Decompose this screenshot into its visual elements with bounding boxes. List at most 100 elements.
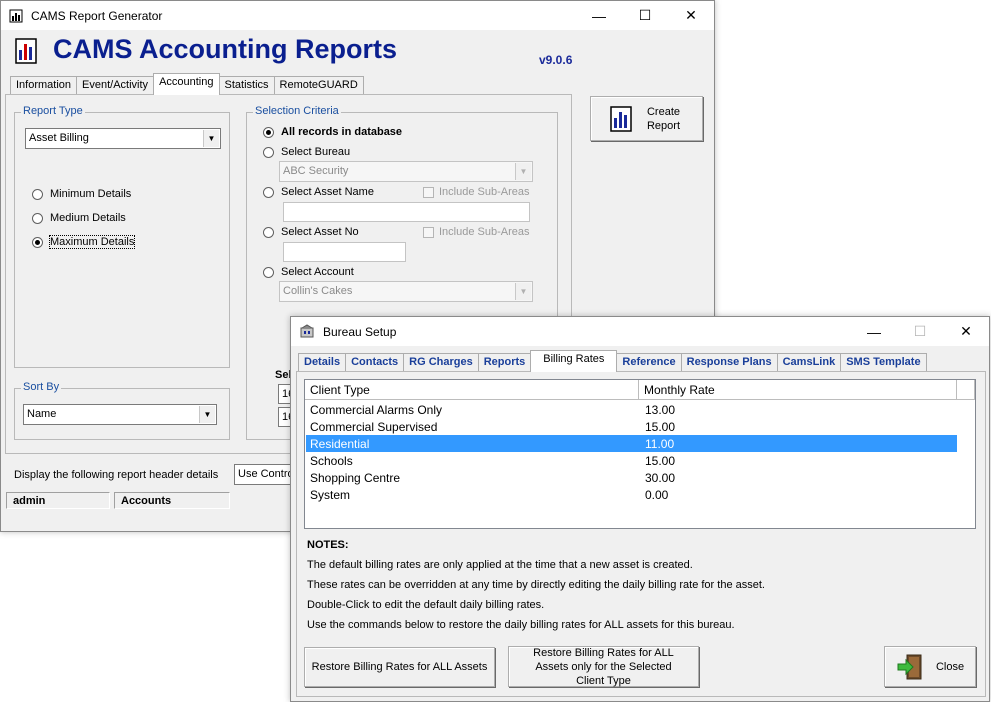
app-icon <box>9 9 23 22</box>
maximum-details-radio[interactable]: Maximum Details <box>32 235 136 249</box>
column-header-monthly-rate[interactable]: Monthly Rate <box>639 380 957 400</box>
header-details-label: Display the following report header deta… <box>14 469 219 481</box>
select-asset-name-radio[interactable]: Select Asset Name <box>263 186 374 198</box>
selection-criteria-label: Selection Criteria <box>253 105 341 117</box>
radio-indicator <box>32 188 43 200</box>
main-window-title: CAMS Report Generator <box>31 8 163 23</box>
all-records-radio[interactable]: All records in database <box>263 126 402 138</box>
checkbox-box <box>423 226 434 238</box>
table-row[interactable]: Commercial Alarms Only 13.00 <box>306 401 957 418</box>
restore-all-button[interactable]: Restore Billing Rates for ALL Assets <box>304 647 495 687</box>
chevron-down-icon[interactable]: ▼ <box>199 406 215 423</box>
radio-indicator <box>32 236 43 248</box>
tab-remoteguard[interactable]: RemoteGUARD <box>273 76 364 95</box>
table-row[interactable]: Shopping Centre 30.00 <box>306 469 957 486</box>
bureau-minimize-button[interactable]: — <box>851 317 897 346</box>
bureau-close-window-button[interactable]: ✕ <box>943 317 989 346</box>
monthly-rate-cell: 11.00 <box>645 436 675 451</box>
monthly-rate-cell: 0.00 <box>645 487 669 502</box>
tab-reference[interactable]: Reference <box>616 353 682 372</box>
medium-details-radio[interactable]: Medium Details <box>32 212 126 224</box>
tab-camslink[interactable]: CamsLink <box>776 353 842 372</box>
minimum-details-label: Minimum Details <box>50 188 132 200</box>
bureau-select[interactable]: ABC Security ▼ <box>279 161 533 182</box>
main-tab-strip: Information Event/Activity Accounting St… <box>10 73 364 95</box>
bureau-tab-strip: Details Contacts RG Charges Reports Bill… <box>298 350 927 372</box>
table-row[interactable]: Schools 15.00 <box>306 452 957 469</box>
monthly-rate-cell: 30.00 <box>645 470 676 485</box>
report-type-select[interactable]: Asset Billing ▼ <box>25 128 221 149</box>
version-label: v9.0.6 <box>539 53 573 67</box>
include-sub-areas-checkbox-2[interactable]: Include Sub-Areas <box>423 226 530 238</box>
tab-billing-rates[interactable]: Billing Rates <box>530 350 618 372</box>
chevron-down-icon[interactable]: ▼ <box>203 130 219 147</box>
billing-rates-grid[interactable]: Client Type Monthly Rate Commercial Alar… <box>304 379 976 529</box>
tab-response-plans[interactable]: Response Plans <box>680 353 778 372</box>
note-line-2: These rates can be overridden at any tim… <box>307 579 765 591</box>
asset-no-input[interactable] <box>283 242 406 262</box>
bureau-setup-window: Bureau Setup — ☐ ✕ Details Contacts RG C… <box>290 316 990 702</box>
radio-indicator <box>32 212 43 224</box>
bureau-titlebar: Bureau Setup — ☐ ✕ <box>291 317 989 346</box>
tab-details[interactable]: Details <box>298 353 347 372</box>
include-sub-areas-label: Include Sub-Areas <box>439 186 530 198</box>
table-row[interactable]: System 0.00 <box>306 486 957 503</box>
select-bureau-label: Select Bureau <box>281 146 351 158</box>
client-type-cell: Residential <box>310 436 370 451</box>
table-row[interactable]: Residential 11.00 <box>306 435 957 452</box>
exit-door-icon <box>897 654 922 679</box>
close-window-button[interactable]: ✕ <box>668 1 714 30</box>
tab-statistics[interactable]: Statistics <box>218 76 275 95</box>
asset-name-input[interactable] <box>283 202 530 222</box>
column-header-client-type[interactable]: Client Type <box>305 380 639 400</box>
include-sub-areas-label-2: Include Sub-Areas <box>439 226 530 238</box>
radio-indicator <box>263 126 274 138</box>
minimize-button[interactable]: — <box>576 1 622 30</box>
radio-indicator <box>263 226 274 238</box>
tab-information[interactable]: Information <box>10 76 78 95</box>
bureau-maximize-button: ☐ <box>913 323 927 339</box>
medium-details-label: Medium Details <box>50 212 126 224</box>
tab-contacts[interactable]: Contacts <box>345 353 405 372</box>
notes-title: NOTES: <box>307 539 349 551</box>
radio-indicator <box>263 186 274 198</box>
report-logo-icon <box>15 38 37 64</box>
close-label: Close <box>935 660 965 673</box>
select-bureau-radio[interactable]: Select Bureau <box>263 146 350 158</box>
tab-rg-charges[interactable]: RG Charges <box>403 353 479 372</box>
note-line-3: Double-Click to edit the default daily b… <box>307 599 545 611</box>
client-type-cell: Commercial Alarms Only <box>310 402 443 417</box>
radio-indicator <box>263 266 274 278</box>
minimum-details-radio[interactable]: Minimum Details <box>32 188 131 200</box>
create-report-button[interactable]: Create Report <box>590 96 703 141</box>
client-type-cell: Shopping Centre <box>310 470 401 485</box>
restore-selected-button[interactable]: Restore Billing Rates for ALL Assets onl… <box>508 646 699 687</box>
tab-accounting[interactable]: Accounting <box>153 73 220 95</box>
report-icon <box>609 105 632 132</box>
tab-reports[interactable]: Reports <box>477 353 532 372</box>
bureau-value: ABC Security <box>283 165 349 177</box>
radio-indicator <box>263 146 274 158</box>
monthly-rate-cell: 15.00 <box>645 419 676 434</box>
select-account-radio[interactable]: Select Account <box>263 266 354 278</box>
chevron-down-icon[interactable]: ▼ <box>515 163 531 180</box>
include-sub-areas-checkbox[interactable]: Include Sub-Areas <box>423 186 530 198</box>
close-button[interactable]: Close <box>884 646 976 687</box>
maximum-details-label: Maximum Details <box>48 235 136 249</box>
page-title: CAMS Accounting Reports <box>53 34 397 64</box>
table-row[interactable]: Commercial Supervised 15.00 <box>306 418 957 435</box>
tab-event-activity[interactable]: Event/Activity <box>76 76 155 95</box>
monthly-rate-cell: 13.00 <box>645 402 676 417</box>
all-records-label: All records in database <box>281 126 403 138</box>
sort-by-select[interactable]: Name ▼ <box>23 404 217 425</box>
status-user: admin <box>6 492 110 509</box>
select-asset-no-radio[interactable]: Select Asset No <box>263 226 359 238</box>
select-account-label: Select Account <box>281 266 354 278</box>
monthly-rate-cell: 15.00 <box>645 453 676 468</box>
tab-sms-template[interactable]: SMS Template <box>840 353 927 372</box>
maximize-button[interactable]: ☐ <box>622 1 668 30</box>
account-select[interactable]: Collin's Cakes ▼ <box>279 281 533 302</box>
sort-by-value: Name <box>27 408 57 420</box>
bureau-window-title: Bureau Setup <box>323 324 397 339</box>
chevron-down-icon[interactable]: ▼ <box>515 283 531 300</box>
